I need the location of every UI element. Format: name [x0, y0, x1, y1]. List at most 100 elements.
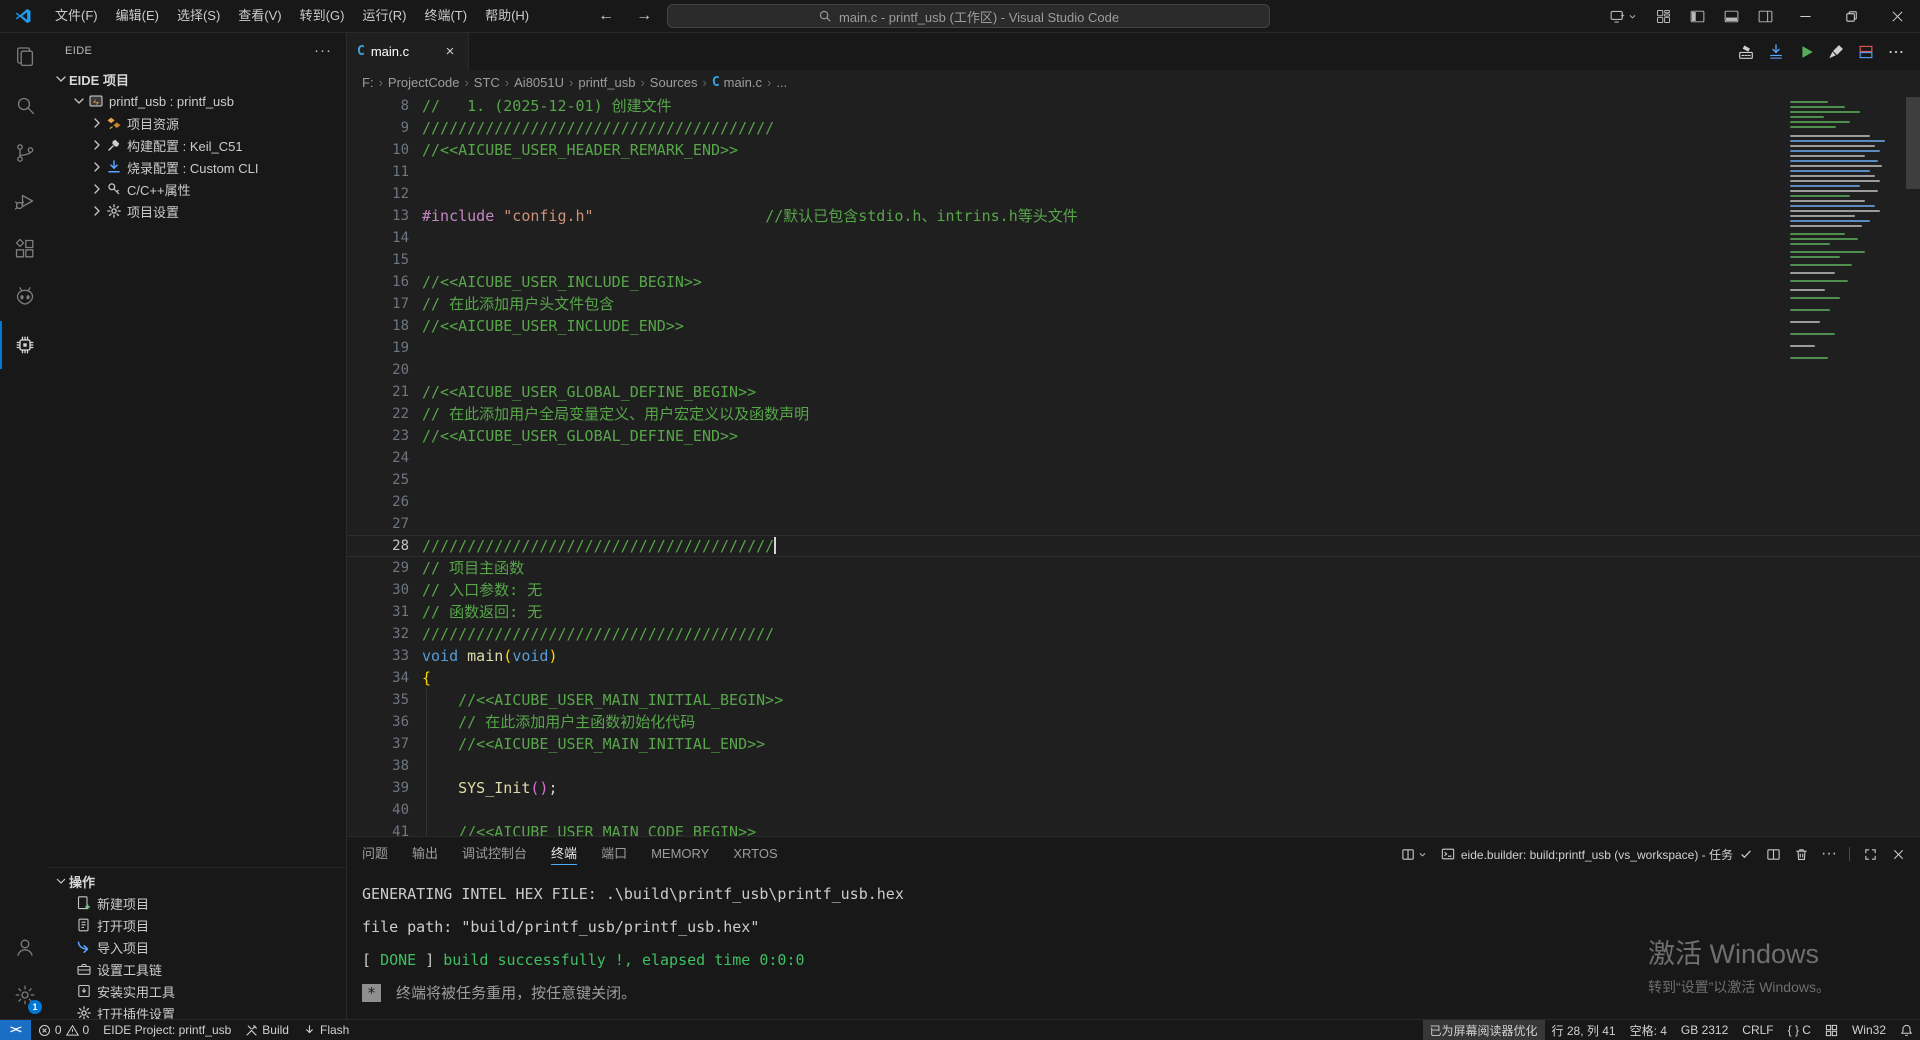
menu-item[interactable]: 帮助(H): [476, 4, 538, 28]
activity-run-debug[interactable]: [0, 177, 47, 225]
panel-tab-输出[interactable]: 输出: [412, 837, 438, 871]
status-indentation[interactable]: 空格: 4: [1623, 1020, 1674, 1040]
run-icon[interactable]: [1792, 38, 1820, 66]
menu-item[interactable]: 文件(F): [46, 4, 107, 28]
flash-download-icon[interactable]: [1762, 38, 1790, 66]
action-open-plugin-settings[interactable]: 打开插件设置: [47, 1002, 346, 1019]
menu-item[interactable]: 选择(S): [168, 4, 229, 28]
code-line-35[interactable]: 35 //<<AICUBE_USER_MAIN_INITIAL_BEGIN>>: [347, 689, 1920, 711]
remote-indicator[interactable]: ><: [0, 1020, 31, 1040]
code-line-38[interactable]: 38: [347, 755, 1920, 777]
menu-item[interactable]: 运行(R): [353, 4, 415, 28]
panel-tab-XRTOS[interactable]: XRTOS: [733, 837, 777, 871]
panel-tab-终端[interactable]: 终端: [551, 837, 577, 871]
code-line-9[interactable]: 9///////////////////////////////////////: [347, 117, 1920, 139]
close-button[interactable]: [1874, 0, 1920, 33]
go-forward-icon[interactable]: →: [636, 7, 652, 25]
code-editor[interactable]: 8// 1. (2025-12-01) 创建文件9///////////////…: [347, 95, 1920, 836]
launch-profile-icon[interactable]: [1395, 842, 1433, 866]
code-line-18[interactable]: 18//<<AICUBE_USER_INCLUDE_END>>: [347, 315, 1920, 337]
action-import-project[interactable]: 导入项目: [47, 936, 346, 958]
breadcrumb-item[interactable]: ...: [776, 75, 787, 90]
command-center[interactable]: main.c - printf_usb (工作区) - Visual Studi…: [667, 4, 1270, 28]
code-line-23[interactable]: 23//<<AICUBE_USER_GLOBAL_DEFINE_END>>: [347, 425, 1920, 447]
activity-explorer[interactable]: [0, 33, 47, 81]
status-flash[interactable]: Flash: [296, 1020, 356, 1040]
status-platform[interactable]: Win32: [1845, 1020, 1893, 1040]
code-line-8[interactable]: 8// 1. (2025-12-01) 创建文件: [347, 95, 1920, 117]
panel-tab-MEMORY[interactable]: MEMORY: [651, 837, 709, 871]
code-line-34[interactable]: 34{: [347, 667, 1920, 689]
panel-tab-问题[interactable]: 问题: [362, 837, 388, 871]
panel-tab-调试控制台[interactable]: 调试控制台: [462, 837, 527, 871]
menu-item[interactable]: 编辑(E): [107, 4, 168, 28]
activity-settings[interactable]: 1: [0, 971, 47, 1019]
editor-scrollbar[interactable]: [1906, 97, 1920, 189]
breadcrumb-item[interactable]: printf_usb: [578, 75, 635, 90]
code-line-17[interactable]: 17// 在此添加用户头文件包含: [347, 293, 1920, 315]
panel-more-icon[interactable]: ···: [1817, 842, 1841, 866]
activity-extensions[interactable]: [0, 225, 47, 273]
code-line-33[interactable]: 33void main(void): [347, 645, 1920, 667]
breadcrumb-item[interactable]: Cmain.c: [712, 75, 762, 90]
status-screen-reader-mode[interactable]: 已为屏幕阅读器优化: [1423, 1020, 1545, 1040]
terminal-task-item[interactable]: eide.builder: build:printf_usb (vs_works…: [1437, 846, 1757, 863]
code-line-14[interactable]: 14: [347, 227, 1920, 249]
code-line-16[interactable]: 16//<<AICUBE_USER_INCLUDE_BEGIN>>: [347, 271, 1920, 293]
code-line-39[interactable]: 39 SYS_Init();: [347, 777, 1920, 799]
status-problems[interactable]: 0 0: [31, 1020, 96, 1040]
kill-terminal-icon[interactable]: [1789, 842, 1813, 866]
minimize-button[interactable]: [1782, 0, 1828, 33]
close-panel-icon[interactable]: [1886, 842, 1910, 866]
tree-item-eide-projects[interactable]: EIDE 项目: [47, 68, 346, 90]
customize-layout-icon[interactable]: [1646, 0, 1680, 33]
code-line-20[interactable]: 20: [347, 359, 1920, 381]
maximize-panel-icon[interactable]: [1858, 842, 1882, 866]
menu-item[interactable]: 转到(G): [291, 4, 354, 28]
code-line-25[interactable]: 25: [347, 469, 1920, 491]
status-encoding[interactable]: GB 2312: [1674, 1020, 1735, 1040]
clean-icon[interactable]: [1822, 38, 1850, 66]
build-icon[interactable]: [1732, 38, 1760, 66]
status-cursor-position[interactable]: 行 28, 列 41: [1545, 1020, 1623, 1040]
panel-tab-端口[interactable]: 端口: [601, 837, 627, 871]
status-eide-project[interactable]: EIDE Project: printf_usb: [96, 1020, 238, 1040]
minimap[interactable]: [1790, 97, 1906, 836]
tree-item-project-settings[interactable]: 项目设置: [47, 200, 346, 222]
tree-item-project-resources[interactable]: 项目资源: [47, 112, 346, 134]
status-runtime[interactable]: [1818, 1020, 1845, 1040]
breadcrumb-item[interactable]: ProjectCode: [388, 75, 460, 90]
breadcrumb-item[interactable]: Sources: [650, 75, 698, 90]
activity-source-control[interactable]: [0, 129, 47, 177]
toggle-panel-icon[interactable]: [1714, 0, 1748, 33]
code-line-41[interactable]: 41 //<<AICUBE_USER_MAIN_CODE_BEGIN>>: [347, 821, 1920, 836]
more-actions-icon[interactable]: ···: [314, 42, 332, 59]
split-terminal-icon[interactable]: [1761, 842, 1785, 866]
activity-eide[interactable]: [0, 321, 47, 369]
code-line-37[interactable]: 37 //<<AICUBE_USER_MAIN_INITIAL_END>>: [347, 733, 1920, 755]
code-line-36[interactable]: 36 // 在此添加用户主函数初始化代码: [347, 711, 1920, 733]
activity-keil-assistant[interactable]: [0, 273, 47, 321]
code-line-11[interactable]: 11: [347, 161, 1920, 183]
action-install-utils[interactable]: 安装实用工具: [47, 980, 346, 1002]
code-line-22[interactable]: 22// 在此添加用户全局变量定义、用户宏定义以及函数声明: [347, 403, 1920, 425]
copilot-icon[interactable]: [1600, 0, 1646, 33]
code-line-27[interactable]: 27: [347, 513, 1920, 535]
split-editor-icon[interactable]: [1852, 38, 1880, 66]
action-new-project[interactable]: 新建项目: [47, 892, 346, 914]
code-line-32[interactable]: 32//////////////////////////////////////…: [347, 623, 1920, 645]
breadcrumb-item[interactable]: Ai8051U: [514, 75, 564, 90]
code-line-13[interactable]: 13#include "config.h" //默认已包含stdio.h、int…: [347, 205, 1920, 227]
code-line-28[interactable]: 28//////////////////////////////////////…: [347, 535, 1920, 557]
code-line-12[interactable]: 12: [347, 183, 1920, 205]
breadcrumb-item[interactable]: STC: [474, 75, 500, 90]
close-tab-icon[interactable]: ×: [440, 42, 460, 62]
status-notifications[interactable]: [1893, 1020, 1920, 1040]
more-actions-icon[interactable]: [1882, 38, 1910, 66]
code-line-15[interactable]: 15: [347, 249, 1920, 271]
code-line-29[interactable]: 29// 项目主函数: [347, 557, 1920, 579]
toggle-primary-sidebar-icon[interactable]: [1680, 0, 1714, 33]
code-line-21[interactable]: 21//<<AICUBE_USER_GLOBAL_DEFINE_BEGIN>>: [347, 381, 1920, 403]
status-language-mode[interactable]: { } C: [1781, 1020, 1818, 1040]
code-line-26[interactable]: 26: [347, 491, 1920, 513]
